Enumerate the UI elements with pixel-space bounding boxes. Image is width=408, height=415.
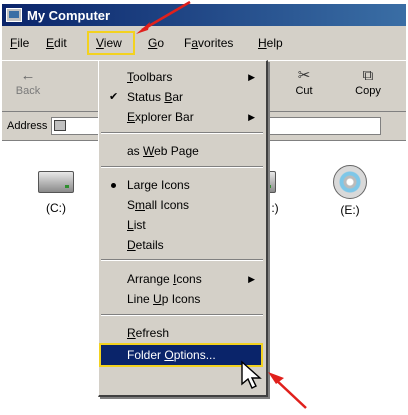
menu-bar: File Edit View Go Favorites Help: [2, 30, 406, 56]
menu-small-icons[interactable]: Small Icons: [99, 195, 265, 215]
view-menu-dropdown: Toolbars ▶ ✔ Status Bar Explorer Bar ▶ a…: [98, 60, 268, 397]
submenu-arrow-icon: ▶: [248, 72, 255, 82]
menu-separator: [101, 314, 263, 316]
cd-drive-icon: [333, 165, 367, 199]
drive-c[interactable]: (C:): [26, 171, 86, 215]
hard-drive-icon: [38, 171, 74, 193]
menu-folder-options[interactable]: Folder Options...: [99, 343, 263, 367]
red-arrow-icon: [268, 372, 307, 409]
window-title: My Computer: [27, 7, 111, 23]
computer-icon: [6, 8, 22, 22]
menu-explorer-bar[interactable]: Explorer Bar ▶: [99, 107, 265, 127]
menu-toolbars[interactable]: Toolbars ▶: [99, 67, 265, 87]
address-label: Address: [7, 120, 48, 132]
menu-separator: [101, 132, 263, 134]
copy-button[interactable]: ⧉ Copy: [348, 67, 388, 97]
computer-icon: [54, 120, 67, 131]
title-bar: My Computer: [2, 4, 406, 26]
menu-details[interactable]: Details: [99, 235, 265, 255]
scissors-icon: ✂: [297, 67, 311, 84]
menu-separator: [101, 166, 263, 168]
checkmark-icon: ✔: [109, 91, 119, 103]
back-arrow-icon: ←: [20, 67, 36, 84]
menu-status-bar[interactable]: ✔ Status Bar: [99, 87, 265, 107]
menu-large-icons[interactable]: Large Icons: [99, 175, 265, 195]
menu-separator: [101, 259, 263, 261]
menu-edit[interactable]: Edit: [38, 32, 78, 54]
submenu-arrow-icon: ▶: [248, 112, 255, 122]
red-arrow-icon: [136, 0, 191, 34]
menu-as-web-page[interactable]: as Web Page: [99, 141, 265, 161]
menu-arrange-icons[interactable]: Arrange Icons ▶: [99, 269, 265, 289]
menu-refresh[interactable]: Refresh: [99, 323, 265, 343]
menu-list[interactable]: List: [99, 215, 265, 235]
radio-bullet-icon: [111, 183, 116, 188]
menu-file[interactable]: File: [2, 32, 36, 54]
submenu-arrow-icon: ▶: [248, 274, 255, 284]
back-button[interactable]: ← Back: [8, 67, 48, 97]
menu-line-up-icons[interactable]: Line Up Icons: [99, 289, 265, 309]
copy-icon: ⧉: [362, 67, 374, 84]
drive-e[interactable]: (E:): [320, 165, 380, 217]
cut-button[interactable]: ✂ Cut: [284, 67, 324, 97]
menu-help[interactable]: Help: [250, 32, 290, 54]
